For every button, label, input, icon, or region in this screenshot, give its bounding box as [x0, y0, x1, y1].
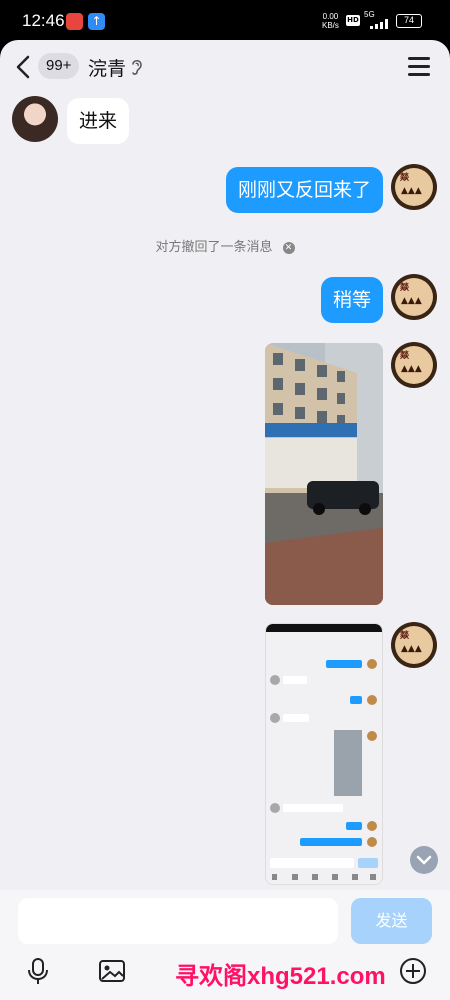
- status-bar: 12:46 ↑ 0.00 KB/s HD 5G 74: [0, 0, 450, 40]
- watermark: 寻欢阁xhg521.com: [175, 963, 386, 990]
- add-icon[interactable]: [399, 957, 427, 985]
- back-arrow-icon[interactable]: [14, 54, 34, 80]
- avatar[interactable]: 燚 ▲▲▲: [391, 342, 437, 388]
- recall-text: 对方撤回了一条消息: [155, 240, 273, 255]
- street-photo-image: [265, 343, 383, 605]
- net-speed: 0.00 KB/s: [322, 12, 339, 30]
- avatar[interactable]: [12, 96, 58, 142]
- hd-icon: HD: [346, 15, 360, 26]
- chat-screenshot-image: [266, 624, 382, 884]
- composer: 发送 寻欢阁xhg521.com: [0, 890, 450, 1000]
- message-input[interactable]: [18, 898, 338, 944]
- avatar[interactable]: 燚 ▲▲▲: [391, 622, 437, 668]
- avatar[interactable]: 燚 ▲▲▲: [391, 164, 437, 210]
- scroll-to-bottom-button[interactable]: [410, 846, 438, 874]
- avatar[interactable]: 燚 ▲▲▲: [391, 274, 437, 320]
- page-title: 浣青: [88, 58, 127, 80]
- message-bubble[interactable]: 稍等: [320, 277, 383, 323]
- menu-icon[interactable]: [408, 56, 430, 76]
- message-bubble[interactable]: 进来: [67, 98, 130, 144]
- app-notification-icon: [66, 13, 83, 30]
- message-bubble[interactable]: 刚刚又反回来了: [225, 167, 383, 213]
- battery-icon: 74: [396, 14, 422, 28]
- recall-notice: 对方撤回了一条消息 ✕: [0, 236, 450, 255]
- status-time: 12:46: [22, 11, 65, 30]
- chat-screen: 99+ 浣青 进来 刚刚又反回来了 燚 ▲▲▲ 对方撤回了一条消息 ✕ 稍等 燚 ▲▲…: [0, 40, 450, 1000]
- street-photo[interactable]: [265, 343, 383, 605]
- ear-icon: [132, 60, 142, 75]
- send-button[interactable]: 发送: [351, 898, 432, 944]
- unread-badge[interactable]: 99+: [38, 53, 80, 79]
- upload-notification-icon: ↑: [88, 13, 105, 30]
- network-type: 5G: [364, 10, 375, 19]
- close-icon[interactable]: ✕: [282, 241, 295, 254]
- image-icon[interactable]: [98, 957, 126, 985]
- signal-icon: [364, 19, 390, 29]
- chevron-down-icon: [416, 855, 432, 865]
- chat-screenshot[interactable]: [265, 623, 383, 885]
- microphone-icon[interactable]: [24, 957, 52, 985]
- chat-header: 99+ 浣青: [0, 40, 450, 95]
